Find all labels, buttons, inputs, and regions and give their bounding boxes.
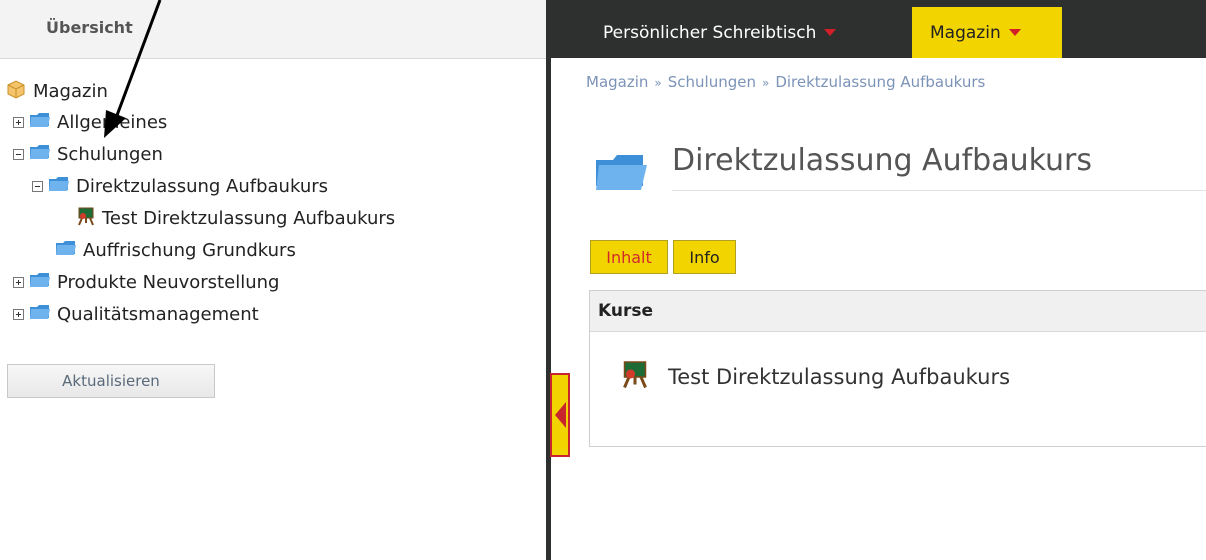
collapse-icon[interactable] <box>13 148 24 160</box>
tree-node-allgemeines[interactable]: Allgemeines <box>13 109 167 135</box>
tree-node-magazin[interactable]: Magazin <box>5 78 108 104</box>
panel-divider[interactable] <box>546 0 551 560</box>
tree-node-test-course[interactable]: Test Direktzulassung Aufbaukurs <box>76 205 395 231</box>
folder-icon <box>29 143 51 166</box>
tree-node-auffrischung[interactable]: Auffrischung Grundkurs <box>55 237 296 263</box>
folder-icon <box>48 175 70 198</box>
folder-icon <box>29 271 51 294</box>
tree-node-label: Auffrischung Grundkurs <box>83 239 296 261</box>
main-menu-bar: Persönlicher Schreibtisch Magazin <box>551 0 1206 58</box>
expand-icon[interactable] <box>13 116 24 128</box>
tree-node-qualitaet[interactable]: Qualitätsmanagement <box>13 301 259 327</box>
tree-node-direktzulassung[interactable]: Direktzulassung Aufbaukurs <box>32 173 328 199</box>
breadcrumb-separator: » <box>761 76 770 90</box>
course-board-icon <box>76 206 96 231</box>
tree-node-label: Magazin <box>33 80 108 102</box>
chevron-down-icon <box>824 29 837 36</box>
page-title: Direktzulassung Aufbaukurs <box>672 143 1093 178</box>
folder-icon <box>29 303 51 326</box>
chevron-down-icon <box>1008 29 1021 36</box>
tree-node-label: Produkte Neuvorstellung <box>57 271 280 293</box>
tab-info[interactable]: Info <box>673 240 736 274</box>
sidebar-title: Übersicht <box>46 18 133 37</box>
breadcrumb: Magazin » Schulungen » Direktzulassung Aufba… <box>586 73 985 91</box>
breadcrumb-separator: » <box>654 76 662 90</box>
tree-node-label: Qualitätsmanagement <box>57 303 259 325</box>
tree-node-label: Test Direktzulassung Aufbaukurs <box>102 207 396 229</box>
breadcrumb-link-magazin[interactable]: Magazin <box>586 73 648 91</box>
course-board-icon <box>620 359 650 394</box>
menu-personal-desktop[interactable]: Persönlicher Schreibtisch <box>603 7 837 58</box>
list-item[interactable]: Test Direktzulassung Aufbaukurs <box>620 359 1010 394</box>
title-divider <box>672 190 1206 191</box>
box-icon <box>5 78 27 105</box>
menu-label: Magazin <box>930 22 1001 43</box>
tree-node-produkte[interactable]: Produkte Neuvorstellung <box>13 269 279 295</box>
tree-node-label: Schulungen <box>57 143 163 165</box>
menu-magazine[interactable]: Magazin <box>912 7 1062 58</box>
refresh-button[interactable]: Aktualisieren <box>7 364 215 398</box>
expand-icon[interactable] <box>13 308 24 320</box>
folder-icon <box>29 111 51 134</box>
tree-node-schulungen[interactable]: Schulungen <box>13 141 163 167</box>
tree-node-label: Allgemeines <box>57 111 168 133</box>
breadcrumb-link-schulungen[interactable]: Schulungen <box>668 73 756 91</box>
folder-icon <box>593 150 649 198</box>
section-title: Kurse <box>590 291 1206 332</box>
sidebar-panel: Übersicht Magazin Allgemeines Schulungen <box>0 0 550 560</box>
collapse-sidebar-handle[interactable] <box>550 373 570 457</box>
expand-icon[interactable] <box>13 276 24 288</box>
collapse-icon[interactable] <box>32 180 43 192</box>
tree-node-label: Direktzulassung Aufbaukurs <box>76 175 329 197</box>
folder-icon <box>55 239 77 262</box>
menu-label: Persönlicher Schreibtisch <box>603 22 817 43</box>
breadcrumb-link-direktzulassung[interactable]: Direktzulassung Aufbaukurs <box>775 73 985 91</box>
sidebar-header: Übersicht <box>0 0 546 59</box>
course-link[interactable]: Test Direktzulassung Aufbaukurs <box>668 365 1010 389</box>
tab-inhalt[interactable]: Inhalt <box>590 240 668 274</box>
